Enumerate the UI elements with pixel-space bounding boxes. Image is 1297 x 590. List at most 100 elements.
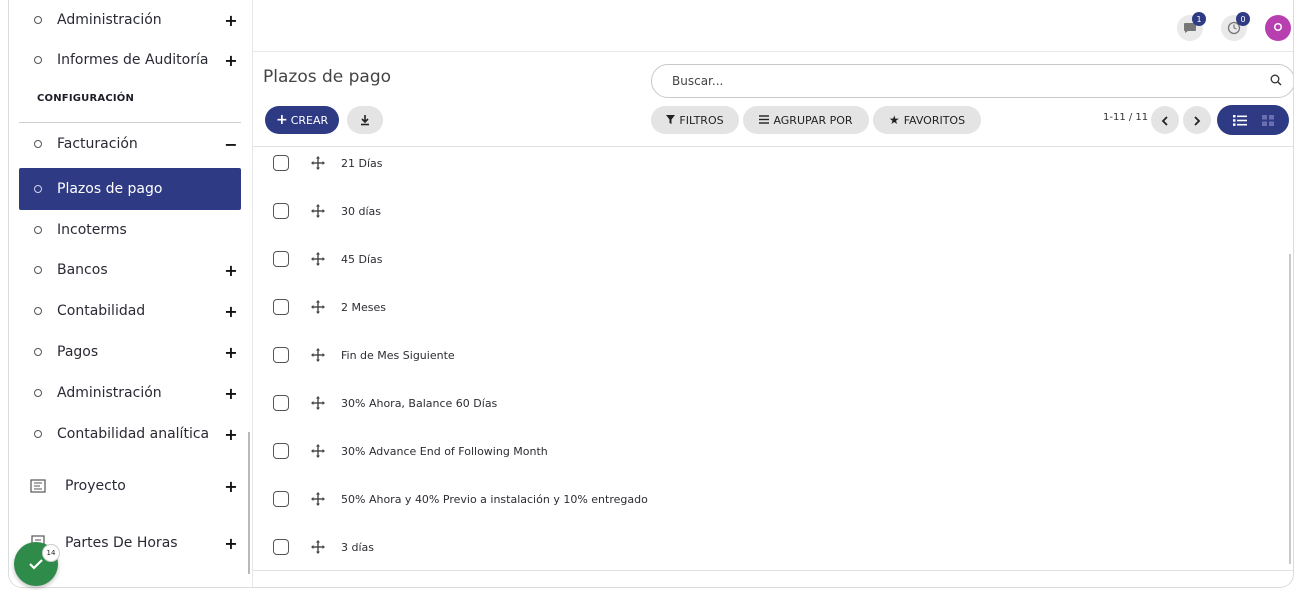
divider [19, 122, 241, 123]
bullet-icon [19, 223, 57, 237]
app-window: Administración + Informes de Auditoría +… [8, 0, 1294, 588]
drag-handle-icon[interactable] [311, 492, 325, 506]
row-checkbox[interactable] [273, 491, 289, 507]
next-page-button[interactable] [1183, 106, 1211, 134]
sidebar-scrollbar[interactable] [248, 432, 250, 574]
favorites-button[interactable]: ★ FAVORITOS [873, 106, 981, 134]
sidebar-item-label: Contabilidad analítica [57, 426, 210, 442]
topbar: 1 0 [253, 0, 1293, 52]
list-row[interactable]: 30 días [253, 187, 1293, 235]
sidebar-item-incoterms[interactable]: Incoterms [19, 210, 241, 250]
row-checkbox[interactable] [273, 251, 289, 267]
list-row[interactable]: 30% Advance End of Following Month [253, 427, 1293, 475]
sidebar-item-label: Bancos [57, 262, 108, 278]
expand-icon[interactable]: + [221, 343, 241, 362]
row-checkbox[interactable] [273, 443, 289, 459]
sidebar-item-label: Incoterms [57, 222, 127, 238]
list-scrollbar[interactable] [1289, 254, 1291, 564]
filters-button[interactable]: FILTROS [651, 106, 739, 134]
expand-icon[interactable]: + [221, 261, 241, 280]
drag-handle-icon[interactable] [311, 252, 325, 266]
star-icon: ★ [888, 113, 900, 127]
sidebar-item-administracion[interactable]: Administración + [19, 373, 241, 413]
row-name: 30% Ahora, Balance 60 Días [341, 396, 498, 410]
expand-icon[interactable]: + [221, 425, 241, 444]
chevron-right-icon [1193, 111, 1201, 130]
expand-icon[interactable]: + [221, 534, 241, 553]
group-by-button[interactable]: AGRUPAR POR [743, 106, 869, 134]
fab-count-badge: 14 [42, 544, 60, 562]
sidebar-item-administracion-top[interactable]: Administración + [19, 0, 241, 40]
row-name: 50% Ahora y 40% Previo a instalación y 1… [341, 492, 648, 506]
sidebar-item-contabilidad[interactable]: Contabilidad + [19, 291, 241, 331]
sidebar-item-label: Contabilidad [57, 303, 146, 319]
sidebar-item-facturacion[interactable]: Facturación − [19, 124, 241, 164]
sidebar-item-bancos[interactable]: Bancos + [19, 250, 241, 290]
row-checkbox[interactable] [273, 395, 289, 411]
user-avatar[interactable] [1265, 15, 1291, 41]
list-row[interactable]: 30% Ahora, Balance 60 Días [253, 379, 1293, 427]
bullet-icon [19, 137, 57, 151]
sidebar-item-label: Administración [57, 385, 162, 401]
search-icon[interactable] [1270, 74, 1282, 89]
chevron-left-icon [1161, 111, 1169, 130]
search-input[interactable]: Buscar... [651, 64, 1293, 98]
menu-lines-icon [759, 114, 770, 127]
drag-handle-icon[interactable] [311, 540, 325, 554]
pager-value[interactable]: 1-11 / 11 [1103, 112, 1148, 123]
sidebar-item-plazos-de-pago[interactable]: Plazos de pago [19, 168, 241, 210]
plus-icon: + [276, 112, 288, 128]
download-button[interactable] [347, 106, 383, 134]
sidebar-item-pagos[interactable]: Pagos + [19, 332, 241, 372]
divider [253, 570, 1293, 571]
previous-page-button[interactable] [1151, 106, 1179, 134]
expand-icon[interactable]: + [221, 302, 241, 321]
list-row[interactable]: 2 Meses [253, 283, 1293, 331]
bullet-icon [19, 53, 57, 67]
drag-handle-icon[interactable] [311, 156, 325, 170]
bullet-icon [19, 386, 57, 400]
drag-handle-icon[interactable] [311, 300, 325, 314]
expand-icon[interactable]: + [221, 384, 241, 403]
bullet-icon [19, 345, 57, 359]
filter-icon [666, 114, 676, 127]
sidebar-item-label: Proyecto [65, 478, 126, 494]
list-row[interactable]: 45 Días [253, 235, 1293, 283]
row-checkbox[interactable] [273, 203, 289, 219]
row-checkbox[interactable] [273, 347, 289, 363]
sidebar-item-informes-auditoria[interactable]: Informes de Auditoría + [19, 40, 241, 80]
sidebar-item-label: Administración [57, 12, 162, 28]
bullet-icon [19, 182, 57, 196]
list-view-icon[interactable] [1232, 111, 1247, 130]
row-name: 45 Días [341, 252, 383, 266]
expand-icon[interactable]: + [221, 51, 241, 70]
list-row[interactable]: Fin de Mes Siguiente [253, 331, 1293, 379]
expand-icon[interactable]: + [221, 477, 241, 496]
messages-icon[interactable]: 1 [1177, 12, 1206, 41]
row-checkbox[interactable] [273, 539, 289, 555]
sidebar-item-label: Informes de Auditoría [57, 52, 209, 68]
kanban-view-icon[interactable] [1261, 111, 1274, 130]
project-icon [19, 479, 57, 493]
drag-handle-icon[interactable] [311, 348, 325, 362]
row-name: 21 Días [341, 156, 383, 170]
expand-icon[interactable]: + [221, 11, 241, 30]
bullet-icon [19, 304, 57, 318]
sidebar-item-label: Facturación [57, 136, 138, 152]
sidebar-app-proyecto[interactable]: Proyecto + [19, 466, 241, 506]
drag-handle-icon[interactable] [311, 204, 325, 218]
list-row[interactable]: 50% Ahora y 40% Previo a instalación y 1… [253, 475, 1293, 523]
drag-handle-icon[interactable] [311, 396, 325, 410]
sidebar-item-contabilidad-analitica[interactable]: Contabilidad analítica + [19, 414, 241, 454]
list-row[interactable]: 3 días [253, 523, 1293, 571]
list-row[interactable]: 21 Días [253, 139, 1293, 187]
row-name: Fin de Mes Siguiente [341, 348, 455, 362]
drag-handle-icon[interactable] [311, 444, 325, 458]
row-checkbox[interactable] [273, 299, 289, 315]
row-checkbox[interactable] [273, 155, 289, 171]
collapse-icon[interactable]: − [221, 135, 241, 154]
create-button[interactable]: + CREAR [265, 106, 340, 134]
download-icon [359, 111, 371, 130]
activity-clock-icon[interactable]: 0 [1221, 12, 1250, 41]
row-name: 30 días [341, 204, 382, 218]
